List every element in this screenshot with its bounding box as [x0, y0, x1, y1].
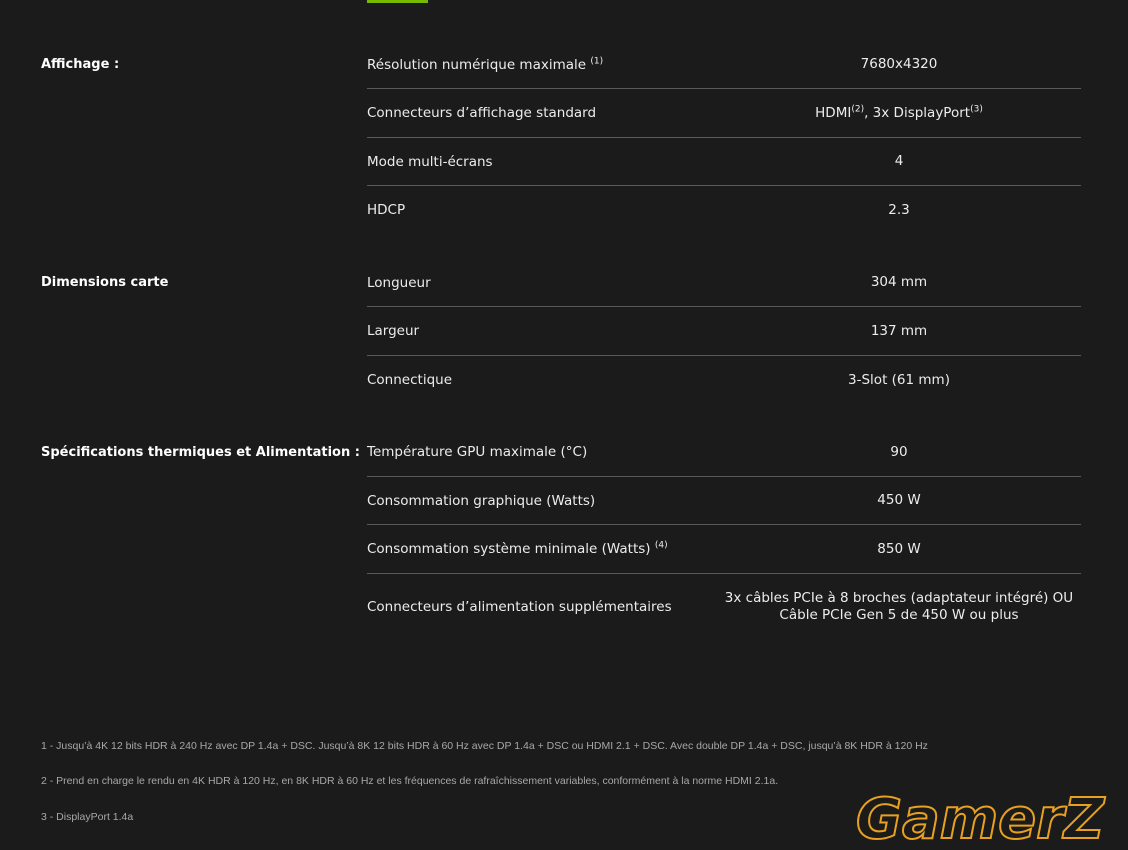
spec-value: 90 — [890, 443, 908, 460]
spec-label: Mode multi-écrans — [367, 153, 493, 170]
spec-value: 3-Slot (61 mm) — [848, 371, 950, 388]
section-title-affichage: Affichage : — [41, 57, 120, 72]
spec-label: Longueur — [367, 274, 431, 291]
active-tab-indicator — [367, 0, 428, 3]
spec-value: 7680x4320 — [860, 56, 938, 72]
spec-row-length: Longueur 304 mm — [367, 259, 1081, 307]
spec-row-slot: Connectique 3-Slot (61 mm) — [367, 356, 1081, 404]
spec-row-max-temp: Température GPU maximale (°C) 90 — [367, 428, 1081, 477]
footnote-2: 2 - Prend en charge le rendu en 4K HDR à… — [41, 775, 779, 787]
spec-row-display-connectors: Connecteurs d’affichage standard HDMI(2)… — [367, 89, 1081, 138]
spec-value: 304 mm — [870, 274, 928, 290]
spec-value: 450 W — [877, 492, 921, 508]
section-title-dimensions: Dimensions carte — [41, 275, 169, 290]
gamerz-watermark-logo: GamerZ — [855, 786, 1107, 850]
spec-label: Résolution numérique maximale (1) — [367, 56, 604, 73]
spec-row-system-power: Consommation système minimale (Watts) (4… — [367, 525, 1081, 574]
spec-label: Température GPU maximale (°C) — [367, 444, 588, 460]
spec-row-width: Largeur 137 mm — [367, 307, 1081, 356]
spec-value: 850 W — [877, 540, 921, 557]
spec-value: 3x câbles PCIe à 8 broches (adaptateur i… — [724, 590, 1074, 623]
spec-row-resolution: Résolution numérique maximale (1) 7680x4… — [367, 41, 1081, 89]
spec-label: Connecteurs d’alimentation supplémentair… — [367, 599, 672, 615]
spec-label: Consommation graphique (Watts) — [367, 492, 596, 509]
spec-row-multi-screen: Mode multi-écrans 4 — [367, 138, 1081, 186]
spec-label: Consommation système minimale (Watts) (4… — [367, 540, 668, 557]
spec-value: 137 mm — [870, 322, 928, 339]
spec-row-power-connectors: Connecteurs d’alimentation supplémentair… — [367, 574, 1081, 640]
spec-value: 4 — [894, 153, 904, 169]
spec-value: HDMI(2), 3x DisplayPort(3) — [815, 104, 983, 121]
watermark-text: GamerZ — [856, 787, 1106, 850]
section-title-thermal-power: Spécifications thermiques et Alimentatio… — [41, 445, 360, 460]
spec-value: 2.3 — [888, 201, 910, 218]
spec-row-hdcp: HDCP 2.3 — [367, 186, 1081, 234]
spec-label: HDCP — [367, 202, 406, 218]
footnote-1: 1 - Jusqu’à 4K 12 bits HDR à 240 Hz avec… — [41, 740, 928, 752]
spec-label: Connectique — [367, 372, 453, 388]
spec-label: Connecteurs d’affichage standard — [367, 105, 597, 121]
spec-row-graphics-power: Consommation graphique (Watts) 450 W — [367, 477, 1081, 525]
footnote-3: 3 - DisplayPort 1.4a — [41, 811, 134, 823]
spec-label: Largeur — [367, 323, 420, 339]
